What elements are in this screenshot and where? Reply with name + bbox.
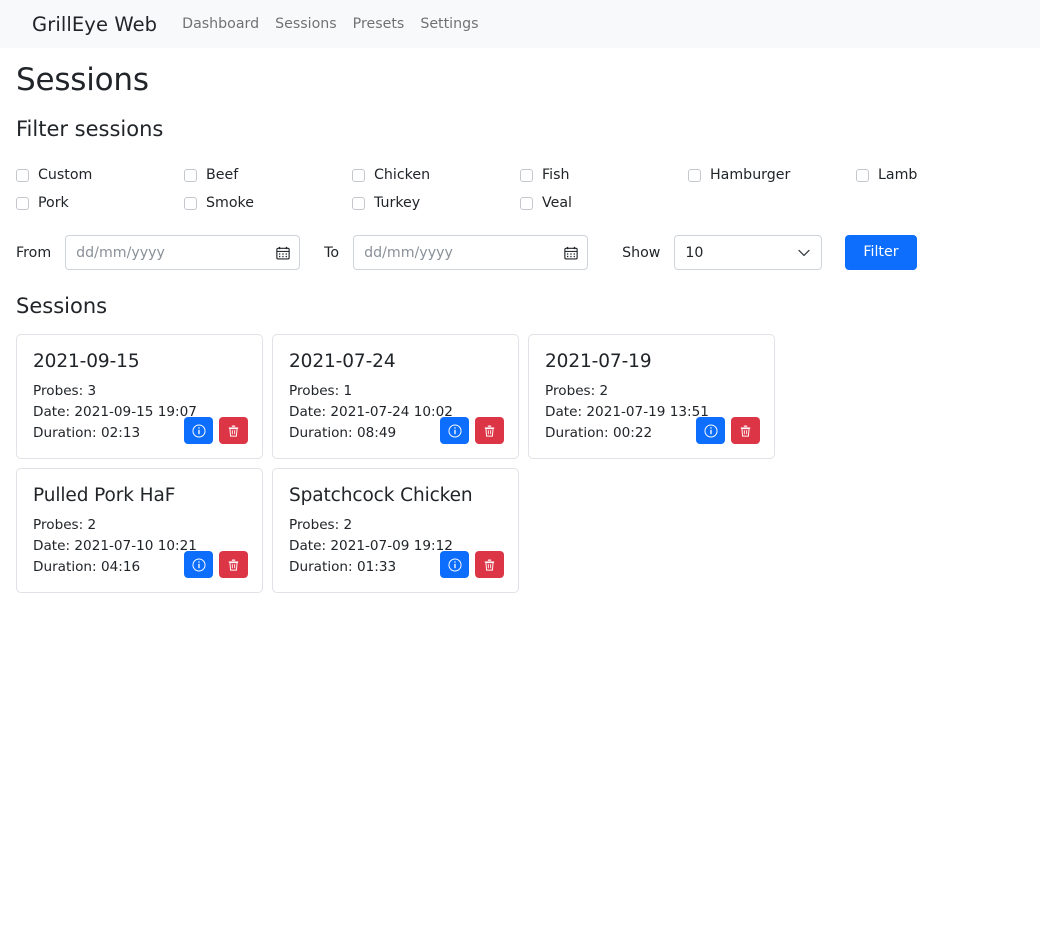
info-circle-icon <box>447 423 462 438</box>
filter-button[interactable]: Filter <box>845 235 917 270</box>
checkbox-label: Beef <box>206 167 239 183</box>
session-card[interactable]: 2021-09-15 Probes: 3 Date: 2021-09-15 19… <box>16 334 263 459</box>
session-info-button[interactable] <box>440 417 469 444</box>
session-probes: Probes: 2 <box>33 517 97 533</box>
nav-link-presets[interactable]: Presets <box>353 16 405 32</box>
checkbox-label: Custom <box>38 167 93 183</box>
sessions-heading: Sessions <box>16 294 108 318</box>
session-card-list: 2021-09-15 Probes: 3 Date: 2021-09-15 19… <box>16 334 1024 593</box>
nav-links: Dashboard Sessions Presets Settings <box>182 16 478 32</box>
checkbox-box-icon[interactable] <box>520 168 533 182</box>
session-delete-button[interactable] <box>731 417 760 444</box>
checkbox-box-icon[interactable] <box>16 168 29 182</box>
checkbox-box-icon[interactable] <box>352 168 365 182</box>
nav-link-sessions[interactable]: Sessions <box>275 16 337 32</box>
trash-icon <box>228 425 239 437</box>
session-type-filters: Custom Beef Chicken Fish Hamburger Lamb … <box>16 167 1024 211</box>
session-info-button[interactable] <box>184 417 213 444</box>
session-title: Pulled Pork HaF <box>33 485 176 506</box>
checkbox-label: Chicken <box>374 167 431 183</box>
checkbox-label: Smoke <box>206 195 254 211</box>
from-date-placeholder: dd/mm/yyyy <box>76 244 165 261</box>
from-date-input[interactable]: dd/mm/yyyy <box>65 235 301 270</box>
navbar: GrillEye Web Dashboard Sessions Presets … <box>0 0 1040 48</box>
session-delete-button[interactable] <box>219 417 248 444</box>
checkbox-fish[interactable]: Fish <box>520 167 688 183</box>
to-date-placeholder: dd/mm/yyyy <box>364 244 453 261</box>
session-actions <box>440 417 504 444</box>
session-delete-button[interactable] <box>475 417 504 444</box>
info-circle-icon <box>447 557 462 572</box>
session-card[interactable]: Pulled Pork HaF Probes: 2 Date: 2021-07-… <box>16 468 263 593</box>
session-title: 2021-07-24 <box>289 351 396 372</box>
session-info-button[interactable] <box>696 417 725 444</box>
checkbox-box-icon[interactable] <box>856 168 869 182</box>
session-probes: Probes: 1 <box>289 383 353 399</box>
checkbox-label: Fish <box>542 167 570 183</box>
session-probes: Probes: 2 <box>289 517 353 533</box>
session-actions <box>440 551 504 578</box>
checkbox-box-icon[interactable] <box>16 196 29 210</box>
from-label: From <box>16 244 52 261</box>
checkbox-label: Veal <box>542 195 572 211</box>
trash-icon <box>484 425 495 437</box>
trash-icon <box>740 425 751 437</box>
checkbox-label: Lamb <box>878 167 918 183</box>
checkbox-box-icon[interactable] <box>352 196 365 210</box>
checkbox-label: Turkey <box>374 195 421 211</box>
session-title: 2021-09-15 <box>33 351 140 372</box>
session-probes: Probes: 3 <box>33 383 97 399</box>
checkbox-turkey[interactable]: Turkey <box>352 195 520 211</box>
info-circle-icon <box>191 557 206 572</box>
checkbox-chicken[interactable]: Chicken <box>352 167 520 183</box>
show-count-value: 10 <box>685 244 704 261</box>
checkbox-custom[interactable]: Custom <box>16 167 184 183</box>
session-card[interactable]: 2021-07-19 Probes: 2 Date: 2021-07-19 13… <box>528 334 775 459</box>
checkbox-label: Hamburger <box>710 167 791 183</box>
checkbox-box-icon[interactable] <box>184 168 197 182</box>
info-circle-icon <box>191 423 206 438</box>
session-card[interactable]: Spatchcock Chicken Probes: 2 Date: 2021-… <box>272 468 519 593</box>
session-info-button[interactable] <box>440 551 469 578</box>
checkbox-box-icon[interactable] <box>688 168 701 182</box>
session-title: 2021-07-19 <box>545 351 652 372</box>
session-actions <box>184 417 248 444</box>
checkbox-beef[interactable]: Beef <box>184 167 352 183</box>
page-content: Sessions Filter sessions Custom Beef Chi… <box>0 62 1040 593</box>
trash-icon <box>228 559 239 571</box>
to-date-input[interactable]: dd/mm/yyyy <box>353 235 589 270</box>
session-card[interactable]: 2021-07-24 Probes: 1 Date: 2021-07-24 10… <box>272 334 519 459</box>
brand-logo[interactable]: GrillEye Web <box>32 13 157 36</box>
session-actions <box>696 417 760 444</box>
chevron-down-icon <box>798 249 811 256</box>
filter-controls-row: From dd/mm/yyyy To dd/mm/yyyy Show 10 Fi… <box>16 235 1024 270</box>
checkbox-smoke[interactable]: Smoke <box>184 195 352 211</box>
checkbox-label: Pork <box>38 195 69 211</box>
session-delete-button[interactable] <box>219 551 248 578</box>
checkbox-box-icon[interactable] <box>184 196 197 210</box>
show-label: Show <box>622 244 661 261</box>
to-label: To <box>324 244 340 261</box>
info-circle-icon <box>703 423 718 438</box>
session-info-button[interactable] <box>184 551 213 578</box>
checkbox-veal[interactable]: Veal <box>520 195 688 211</box>
session-title: Spatchcock Chicken <box>289 485 473 506</box>
checkbox-hamburger[interactable]: Hamburger <box>688 167 856 183</box>
trash-icon <box>484 559 495 571</box>
filter-sessions-heading: Filter sessions <box>16 117 164 141</box>
checkbox-box-icon[interactable] <box>520 196 533 210</box>
show-count-select[interactable]: 10 <box>674 235 823 270</box>
page-title: Sessions <box>16 62 149 98</box>
nav-link-dashboard[interactable]: Dashboard <box>182 16 259 32</box>
session-probes: Probes: 2 <box>545 383 609 399</box>
session-delete-button[interactable] <box>475 551 504 578</box>
nav-link-settings[interactable]: Settings <box>420 16 478 32</box>
calendar-icon[interactable] <box>276 246 290 260</box>
session-actions <box>184 551 248 578</box>
checkbox-pork[interactable]: Pork <box>16 195 184 211</box>
checkbox-lamb[interactable]: Lamb <box>856 167 1024 183</box>
calendar-icon[interactable] <box>564 246 578 260</box>
